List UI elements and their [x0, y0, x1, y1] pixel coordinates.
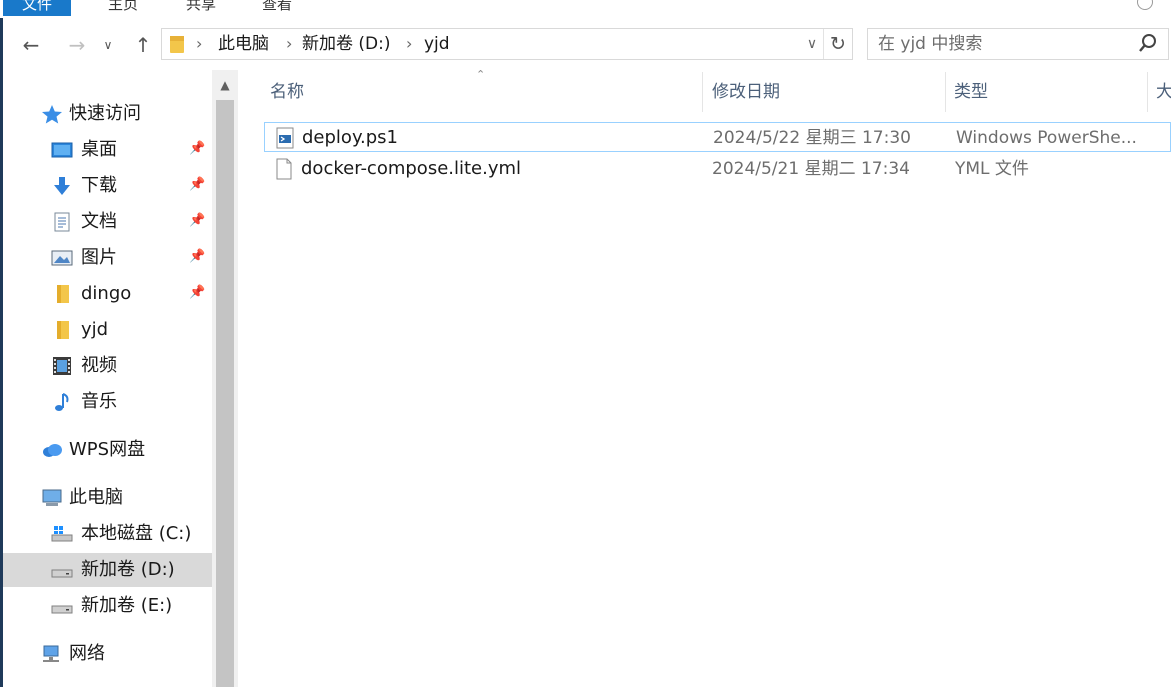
navigation-bar: ← → ∨ ↑ › 此电脑 › 新加卷 (D:) › yjd ∨ ↻ 在 yjd…	[3, 18, 1171, 70]
sidebar-item-drive-e[interactable]: 新加卷 (E:)	[3, 589, 212, 623]
sidebar-item-music[interactable]: 音乐	[3, 385, 212, 419]
sidebar-item-label: 下载	[81, 175, 117, 196]
sidebar-item-label: 新加卷 (D:)	[81, 559, 175, 580]
sidebar-item-label: 视频	[81, 355, 117, 376]
scroll-up-icon[interactable]: ▲	[212, 70, 238, 100]
sidebar-item-desktop[interactable]: 桌面 📌	[3, 133, 212, 167]
sidebar-item-label: 音乐	[81, 391, 117, 412]
sidebar-item-downloads[interactable]: 下载 📌	[3, 169, 212, 203]
sidebar-item-label: 桌面	[81, 139, 117, 160]
file-type: Windows PowerShe...	[956, 128, 1137, 148]
breadcrumb-drive-d[interactable]: 新加卷 (D:)	[302, 29, 391, 59]
up-arrow-icon[interactable]: ↑	[130, 32, 156, 58]
pin-icon[interactable]: 📌	[189, 141, 205, 157]
ribbon-tab-home[interactable]: 主页	[90, 0, 156, 16]
file-row[interactable]: deploy.ps1 2024/5/22 星期三 17:30 Windows P…	[264, 122, 1171, 152]
powershell-script-icon	[276, 127, 294, 149]
breadcrumb-separator-icon[interactable]: ›	[406, 29, 412, 59]
ribbon: 文件 主页 共享 查看	[0, 0, 1171, 19]
file-list: ⌃ 名称 修改日期 类型 大 deploy.ps1 2024/5/22 星期三 …	[238, 68, 1171, 687]
sidebar-item-network[interactable]: 网络	[3, 637, 212, 671]
sidebar-item-label: WPS网盘	[69, 439, 146, 460]
desktop-icon	[51, 142, 73, 158]
pin-icon[interactable]: 📌	[189, 249, 205, 265]
column-divider[interactable]	[945, 72, 946, 112]
column-header-type[interactable]: 类型	[954, 70, 988, 114]
folder-icon	[57, 285, 69, 303]
sidebar-item-wps[interactable]: WPS网盘	[3, 433, 212, 467]
navigation-pane: 快速访问 桌面 📌 下载 📌 文档 📌 图片 📌 dingo 📌 yjd 视频 …	[3, 70, 212, 687]
documents-icon	[54, 212, 70, 232]
search-input[interactable]: 在 yjd 中搜索	[867, 28, 1169, 60]
sidebar-item-label: yjd	[81, 319, 109, 340]
pictures-icon	[51, 250, 73, 266]
recent-locations-chevron-icon[interactable]: ∨	[99, 32, 117, 58]
sidebar-item-this-pc[interactable]: 此电脑	[3, 481, 212, 515]
ribbon-tab-file[interactable]: 文件	[3, 0, 71, 16]
breadcrumb-separator-icon[interactable]: ›	[286, 29, 292, 59]
file-name[interactable]: docker-compose.lite.yml	[301, 154, 521, 184]
file-type: YML 文件	[955, 159, 1029, 179]
sidebar-item-label: 文档	[81, 211, 117, 232]
breadcrumb-this-pc[interactable]: 此电脑	[218, 29, 269, 59]
scrollbar-thumb[interactable]	[216, 100, 234, 687]
file-name[interactable]: deploy.ps1	[302, 123, 398, 153]
column-divider[interactable]	[1147, 72, 1148, 112]
folder-icon	[170, 36, 184, 53]
column-header-name[interactable]: 名称	[270, 70, 304, 114]
search-placeholder: 在 yjd 中搜索	[878, 34, 983, 54]
sidebar-item-label: 本地磁盘 (C:)	[81, 523, 192, 544]
ribbon-tab-share[interactable]: 共享	[168, 0, 234, 16]
videos-icon	[53, 357, 71, 375]
ribbon-expand-icon[interactable]	[1137, 0, 1153, 10]
column-header-modified[interactable]: 修改日期	[712, 70, 780, 114]
address-dropdown-icon[interactable]: ∨	[802, 29, 822, 59]
computer-icon	[42, 489, 62, 506]
breadcrumb-separator-icon[interactable]: ›	[196, 29, 202, 59]
refresh-icon[interactable]: ↻	[823, 29, 852, 59]
address-bar[interactable]: › 此电脑 › 新加卷 (D:) › yjd ∨ ↻	[161, 28, 853, 60]
sidebar-item-videos[interactable]: 视频	[3, 349, 212, 383]
forward-arrow-icon[interactable]: →	[64, 32, 90, 58]
sidebar-item-pictures[interactable]: 图片 📌	[3, 241, 212, 275]
network-icon	[43, 645, 59, 662]
sidebar-item-drive-d[interactable]: 新加卷 (D:)	[3, 553, 212, 587]
sidebar-item-yjd[interactable]: yjd	[3, 313, 212, 347]
sidebar-item-drive-c[interactable]: 本地磁盘 (C:)	[3, 517, 212, 551]
sidebar-item-documents[interactable]: 文档 📌	[3, 205, 212, 239]
sidebar-item-label: 此电脑	[69, 487, 123, 508]
sidebar-scrollbar[interactable]: ▲	[212, 70, 238, 687]
sidebar-quick-access[interactable]: 快速访问	[3, 97, 212, 131]
drive-icon	[51, 569, 73, 578]
sidebar-item-label: 新加卷 (E:)	[81, 595, 173, 616]
pin-icon[interactable]: 📌	[189, 213, 205, 229]
file-modified: 2024/5/22 星期三 17:30	[713, 128, 911, 148]
sidebar-item-label: 网络	[69, 643, 105, 664]
column-header-size[interactable]: 大	[1156, 70, 1171, 114]
sidebar-item-label: dingo	[81, 283, 132, 304]
sidebar-item-label: 图片	[81, 247, 117, 268]
back-arrow-icon[interactable]: ←	[18, 32, 44, 58]
breadcrumb-yjd[interactable]: yjd	[424, 29, 450, 59]
file-icon	[276, 158, 292, 180]
search-icon[interactable]	[1138, 33, 1158, 53]
download-icon	[54, 177, 70, 195]
file-row[interactable]: docker-compose.lite.yml 2024/5/21 星期二 17…	[264, 154, 1171, 184]
windows-drive-icon	[51, 526, 73, 542]
star-icon	[42, 105, 62, 124]
sidebar-item-label: 快速访问	[69, 103, 141, 124]
pin-icon[interactable]: 📌	[189, 177, 205, 193]
sidebar-item-dingo[interactable]: dingo 📌	[3, 277, 212, 311]
pin-icon[interactable]: 📌	[189, 285, 205, 301]
drive-icon	[51, 605, 73, 614]
folder-icon	[57, 321, 69, 339]
cloud-icon	[43, 444, 62, 457]
music-icon	[55, 393, 69, 411]
ribbon-tab-view[interactable]: 查看	[244, 0, 310, 16]
file-modified: 2024/5/21 星期二 17:34	[712, 159, 910, 179]
sort-ascending-icon: ⌃	[476, 68, 486, 81]
column-divider[interactable]	[702, 72, 703, 112]
